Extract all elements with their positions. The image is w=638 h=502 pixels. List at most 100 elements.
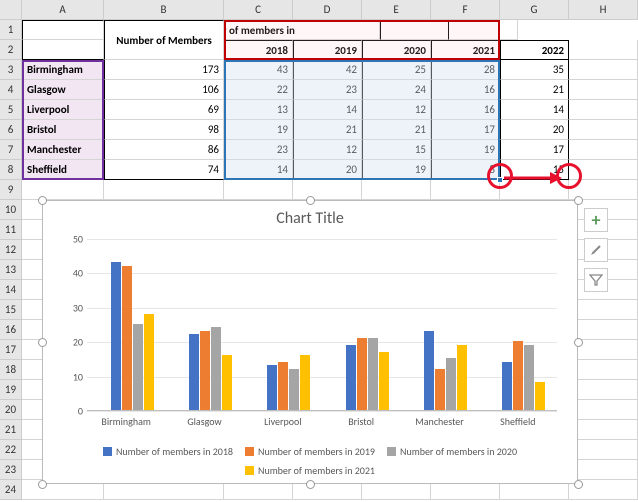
cell-H6[interactable] <box>569 120 638 140</box>
chart-resize-handle[interactable] <box>574 480 583 489</box>
chart-bar[interactable] <box>435 369 445 410</box>
cell-G4[interactable]: 21 <box>500 80 569 100</box>
cell-B7[interactable]: 86 <box>104 140 224 160</box>
row-header-4[interactable]: 4 <box>0 80 22 100</box>
cell-A5[interactable]: Liverpool <box>22 100 104 120</box>
cell-G2[interactable]: 2022 <box>500 40 569 60</box>
chart-bar[interactable] <box>535 382 545 410</box>
chart-resize-handle[interactable] <box>574 196 583 205</box>
cell-A6[interactable]: Bristol <box>22 120 104 140</box>
cell-D8[interactable]: 20 <box>293 160 362 180</box>
chart-bar[interactable] <box>424 331 434 410</box>
cell-A1[interactable] <box>22 20 104 40</box>
chart-resize-handle[interactable] <box>306 196 315 205</box>
cell-E7[interactable]: 15 <box>362 140 431 160</box>
cell-H22[interactable] <box>569 440 638 460</box>
cell-A2[interactable] <box>22 40 104 60</box>
cell-H20[interactable] <box>569 400 638 420</box>
cell-A4[interactable]: Glasgow <box>22 80 104 100</box>
cell-A8[interactable]: Sheffield <box>22 160 104 180</box>
cell-D6[interactable]: 21 <box>293 120 362 140</box>
legend-item[interactable]: Number of members in 2019 <box>245 445 375 458</box>
chart-legend[interactable]: Number of members in 2018 Number of memb… <box>43 445 577 477</box>
chart-bar[interactable] <box>300 355 310 410</box>
chart-bar[interactable] <box>457 345 467 410</box>
cell-B3[interactable]: 173 <box>104 60 224 80</box>
row-header-5[interactable]: 5 <box>0 100 22 120</box>
row-header-9[interactable]: 9 <box>0 180 22 200</box>
cell-C2[interactable]: 2018 <box>224 40 293 60</box>
cell-A3[interactable]: Birmingham <box>22 60 104 80</box>
row-header-10[interactable]: 10 <box>0 200 22 220</box>
cell-C6[interactable]: 19 <box>224 120 293 140</box>
cell-D7[interactable]: 12 <box>293 140 362 160</box>
chart-bar[interactable] <box>222 355 232 410</box>
chart-bar-group[interactable] <box>102 262 162 410</box>
col-header-H[interactable]: H <box>569 0 638 20</box>
row-header-2[interactable]: 2 <box>0 40 22 60</box>
cell-H23[interactable] <box>569 460 638 480</box>
chart-bar[interactable] <box>267 365 277 410</box>
legend-item[interactable]: Number of members in 2020 <box>387 445 517 458</box>
chart-bar[interactable] <box>200 331 210 410</box>
cell-E9[interactable] <box>362 180 431 200</box>
cell-H19[interactable] <box>569 380 638 400</box>
legend-item[interactable]: Number of members in 2021 <box>245 464 375 477</box>
cell-B6[interactable]: 98 <box>104 120 224 140</box>
chart-styles-button[interactable] <box>584 238 608 262</box>
chart-bar-group[interactable] <box>259 355 319 410</box>
cell-B4[interactable]: 106 <box>104 80 224 100</box>
col-header-D[interactable]: D <box>293 0 362 20</box>
cell-C4[interactable]: 22 <box>224 80 293 100</box>
chart-bar[interactable] <box>368 338 378 410</box>
cell-H21[interactable] <box>569 420 638 440</box>
col-header-G[interactable]: G <box>500 0 569 20</box>
cell-E2[interactable]: 2020 <box>362 40 431 60</box>
cell-H18[interactable] <box>569 360 638 380</box>
row-header-8[interactable]: 8 <box>0 160 22 180</box>
chart-bar[interactable] <box>379 352 389 410</box>
cell-F4[interactable]: 16 <box>431 80 500 100</box>
row-header-7[interactable]: 7 <box>0 140 22 160</box>
cell-D2[interactable]: 2019 <box>293 40 362 60</box>
col-header-A[interactable]: A <box>22 0 104 20</box>
col-header-F[interactable]: F <box>431 0 500 20</box>
chart-resize-handle[interactable] <box>38 196 47 205</box>
row-header-1[interactable]: 1 <box>0 20 22 40</box>
cell-F3[interactable]: 28 <box>431 60 500 80</box>
cell-D4[interactable]: 23 <box>293 80 362 100</box>
chart-bar[interactable] <box>111 262 121 410</box>
cell-E6[interactable]: 21 <box>362 120 431 140</box>
legend-item[interactable]: Number of members in 2018 <box>103 445 233 458</box>
cell-D9[interactable] <box>293 180 362 200</box>
chart-bar[interactable] <box>513 341 523 410</box>
chart-resize-handle[interactable] <box>38 338 47 347</box>
cell-F5[interactable]: 16 <box>431 100 500 120</box>
chart-bar[interactable] <box>502 362 512 410</box>
cell-H15[interactable] <box>569 300 638 320</box>
cell-B1[interactable]: Number of Members <box>104 20 224 60</box>
cell-H1[interactable] <box>449 20 518 40</box>
row-header-17[interactable]: 17 <box>0 340 22 360</box>
chart-object[interactable]: Chart Title 01020304050BirminghamGlasgow… <box>42 200 578 484</box>
cell-H2[interactable] <box>569 40 638 60</box>
cell-A9[interactable] <box>22 180 104 200</box>
cell-F7[interactable]: 19 <box>431 140 500 160</box>
chart-bar-group[interactable] <box>416 331 476 410</box>
row-header-23[interactable]: 23 <box>0 460 22 480</box>
row-header-12[interactable]: 12 <box>0 240 22 260</box>
row-header-19[interactable]: 19 <box>0 380 22 400</box>
row-header-24[interactable]: 24 <box>0 480 22 500</box>
chart-resize-handle[interactable] <box>306 480 315 489</box>
cell-H3[interactable] <box>569 60 638 80</box>
col-header-C[interactable]: C <box>224 0 293 20</box>
cell-C5[interactable]: 13 <box>224 100 293 120</box>
cell-F2[interactable]: 2021 <box>431 40 500 60</box>
chart-bar[interactable] <box>289 369 299 410</box>
cell-C7[interactable]: 23 <box>224 140 293 160</box>
chart-plot-area[interactable]: 01020304050BirminghamGlasgowLiverpoolBri… <box>87 239 557 411</box>
chart-bar[interactable] <box>524 345 534 410</box>
chart-title[interactable]: Chart Title <box>43 201 577 232</box>
cell-E5[interactable]: 12 <box>362 100 431 120</box>
cell-G5[interactable]: 14 <box>500 100 569 120</box>
